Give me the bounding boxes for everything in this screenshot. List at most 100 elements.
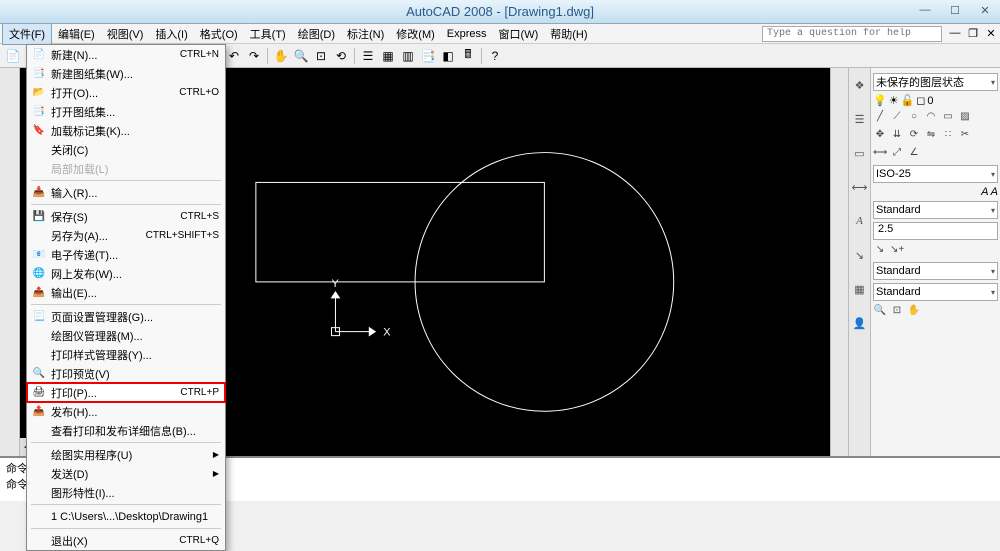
menu-item[interactable]: 打印样式管理器(Y)... (27, 345, 225, 364)
blocks-icon[interactable]: ▭ (851, 144, 869, 162)
menu-edit[interactable]: 编辑(E) (52, 24, 101, 44)
menu-format[interactable]: 格式(O) (194, 24, 244, 44)
rect-icon[interactable]: ▭ (941, 111, 955, 125)
undo-icon[interactable]: ↶ (225, 47, 243, 65)
trim-icon[interactable]: ✂ (958, 129, 972, 143)
menu-item[interactable]: 绘图仪管理器(M)... (27, 326, 225, 345)
menu-item[interactable]: 🌐网上发布(W)... (27, 264, 225, 283)
menu-item[interactable]: 绘图实用程序(U)▶ (27, 445, 225, 464)
pan-icon[interactable]: ✋ (272, 47, 290, 65)
menu-item[interactable]: 图形特性(I)... (27, 483, 225, 502)
table-icon[interactable]: ▦ (851, 280, 869, 298)
arc-icon[interactable]: ◠ (924, 111, 938, 125)
menu-item-label: 新建(N)... (51, 47, 97, 63)
layer-state-select[interactable]: 未保存的图层状态 (873, 73, 998, 91)
mirror-icon[interactable]: ⇋ (924, 129, 938, 143)
mleader-style-select[interactable]: Standard (873, 262, 998, 280)
lock-icon: 🔓 (901, 94, 915, 107)
text-height-input[interactable]: 2.5 (873, 222, 998, 240)
zoom-all-icon[interactable]: ⊡ (890, 305, 904, 319)
menu-item[interactable]: 📧电子传递(T)... (27, 245, 225, 264)
help-icon[interactable]: ? (486, 47, 504, 65)
menu-window[interactable]: 窗口(W) (493, 24, 545, 44)
menu-item-label: 退出(X) (51, 533, 88, 549)
menu-item[interactable]: 退出(X)CTRL+Q (27, 531, 225, 550)
pline-icon[interactable]: ⟋ (890, 111, 904, 125)
doc-restore-icon[interactable]: ❐ (966, 27, 980, 41)
close-button[interactable]: ✕ (970, 0, 1000, 20)
scrollbar-vertical[interactable] (830, 68, 848, 456)
menu-tools[interactable]: 工具(T) (244, 24, 292, 44)
leader-icon[interactable]: ↘ (851, 246, 869, 264)
calc-icon[interactable]: 🖩 (459, 47, 477, 65)
user-icon[interactable]: 👤 (851, 314, 869, 332)
menu-file[interactable]: 文件(F) (2, 23, 52, 45)
dim-icon[interactable]: ⟷ (851, 178, 869, 196)
menu-item[interactable]: 🖨打印(P)...CTRL+P (27, 383, 225, 402)
minimize-button[interactable]: — (910, 0, 940, 20)
text-style-select[interactable]: Standard (873, 201, 998, 219)
menu-item[interactable]: 📂打开(O)...CTRL+O (27, 83, 225, 102)
menu-insert[interactable]: 插入(I) (149, 24, 193, 44)
layers-icon[interactable]: ❖ (851, 76, 869, 94)
doc-close-icon[interactable]: ✕ (984, 27, 998, 41)
maximize-button[interactable]: ☐ (940, 0, 970, 20)
hatch-icon[interactable]: ▨ (958, 111, 972, 125)
dim-style-select[interactable]: ISO-25 (873, 165, 998, 183)
menu-item[interactable]: 📥输入(R)... (27, 183, 225, 202)
menu-item[interactable]: 查看打印和发布详细信息(B)... (27, 421, 225, 440)
line-icon[interactable]: ╱ (873, 111, 887, 125)
menu-view[interactable]: 视图(V) (101, 24, 150, 44)
zoom-icon[interactable]: 🔍 (292, 47, 310, 65)
properties-icon[interactable]: ☰ (359, 47, 377, 65)
move-icon[interactable]: ✥ (873, 129, 887, 143)
menu-item[interactable]: 💾保存(S)CTRL+S (27, 207, 225, 226)
menu-item[interactable]: 📤发布(H)... (27, 402, 225, 421)
copy2-icon[interactable]: ⇊ (890, 129, 904, 143)
zoom-prev-icon[interactable]: ⟲ (332, 47, 350, 65)
help-search-input[interactable] (762, 26, 942, 42)
sheet-set-icon[interactable]: 📑 (419, 47, 437, 65)
menu-draw[interactable]: 绘图(D) (292, 24, 341, 44)
menu-item[interactable]: 🔍打印预览(V) (27, 364, 225, 383)
zoom-window-icon[interactable]: ⊡ (312, 47, 330, 65)
menu-help[interactable]: 帮助(H) (544, 24, 593, 44)
doc-minimize-icon[interactable]: — (948, 27, 962, 41)
menu-item[interactable]: 发送(D)▶ (27, 464, 225, 483)
mleader-icon[interactable]: ↘ (873, 244, 887, 258)
sun-icon: ☀ (889, 94, 899, 107)
dim-angular-icon[interactable]: ∠ (907, 147, 921, 161)
menu-item-icon: 📥 (31, 185, 47, 201)
pan2-icon[interactable]: ✋ (907, 305, 921, 319)
menu-item[interactable]: 📑打开图纸集... (27, 102, 225, 121)
table-style-select[interactable]: Standard (873, 283, 998, 301)
dim-aligned-icon[interactable]: ⤢ (890, 147, 904, 161)
menu-express[interactable]: Express (441, 26, 493, 42)
circle-icon[interactable]: ○ (907, 111, 921, 125)
markup-icon[interactable]: ◧ (439, 47, 457, 65)
dim-linear-icon[interactable]: ⟷ (873, 147, 887, 161)
menu-item[interactable]: 关闭(C) (27, 140, 225, 159)
rotate-icon[interactable]: ⟳ (907, 129, 921, 143)
mleader-add-icon[interactable]: ↘+ (890, 244, 904, 258)
menu-item[interactable]: 另存为(A)...CTRL+SHIFT+S (27, 226, 225, 245)
window-title: AutoCAD 2008 - [Drawing1.dwg] (406, 4, 594, 19)
text-icon[interactable]: A (851, 212, 869, 230)
tool-palette-icon[interactable]: ▥ (399, 47, 417, 65)
menu-item-label: 图形特性(I)... (51, 485, 115, 501)
design-center-icon[interactable]: ▦ (379, 47, 397, 65)
menu-item[interactable]: 1 C:\Users\...\Desktop\Drawing1 (27, 507, 225, 526)
menu-item[interactable]: 📃页面设置管理器(G)... (27, 307, 225, 326)
menu-item[interactable]: 📄新建(N)...CTRL+N (27, 45, 225, 64)
zoom-realtime-icon[interactable]: 🔍 (873, 305, 887, 319)
menu-item[interactable]: 📤输出(E)... (27, 283, 225, 302)
properties-palette-icon[interactable]: ☰ (851, 110, 869, 128)
new-icon[interactable]: 📄 (4, 47, 22, 65)
menu-modify[interactable]: 修改(M) (390, 24, 441, 44)
menu-item[interactable]: 📑新建图纸集(W)... (27, 64, 225, 83)
menu-dimension[interactable]: 标注(N) (341, 24, 390, 44)
array-icon[interactable]: ∷ (941, 129, 955, 143)
draw-tools-row: ╱ ⟋ ○ ◠ ▭ ▨ (873, 111, 998, 125)
menu-item[interactable]: 🔖加载标记集(K)... (27, 121, 225, 140)
redo-icon[interactable]: ↷ (245, 47, 263, 65)
